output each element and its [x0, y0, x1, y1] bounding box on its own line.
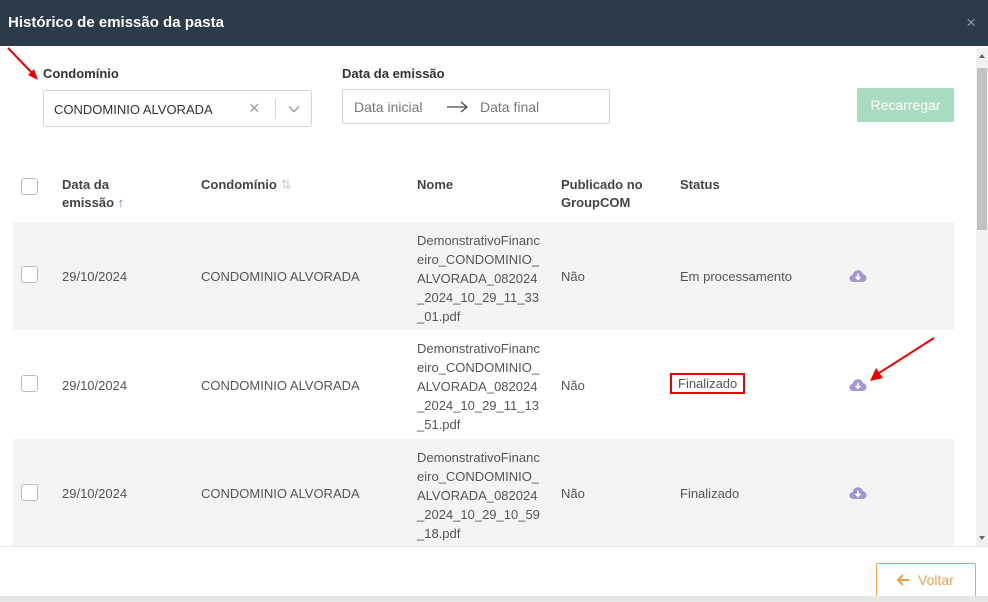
column-name: Nome [417, 177, 454, 192]
row-file-name: DemonstrativoFinanceiro_CONDOMINIO_ALVOR… [417, 341, 540, 432]
download-icon[interactable] [849, 378, 867, 392]
row-checkbox[interactable] [21, 266, 38, 283]
row-date: 29/10/2024 [62, 378, 128, 393]
table-header: Data da emissão ↑ Condomínio ⇅ Nome Publ… [13, 168, 954, 220]
row-published: Não [561, 486, 585, 501]
scroll-down-icon[interactable] [979, 536, 985, 540]
select-all-checkbox[interactable] [21, 178, 38, 195]
download-icon[interactable] [849, 486, 867, 500]
column-published: Publicado no GroupCOM [561, 176, 643, 212]
condominio-select-value: CONDOMINIO ALVORADA [54, 102, 213, 117]
bottom-strip [0, 596, 988, 602]
row-published: Não [561, 378, 585, 393]
column-status: Status [680, 177, 720, 192]
emission-history-modal: Histórico de emissão da pasta × Condomín… [0, 0, 988, 602]
modal-footer: Voltar [0, 546, 988, 602]
column-date-line1: Data da [62, 177, 109, 192]
row-file-name: DemonstrativoFinanceiro_CONDOMINIO_ALVOR… [417, 450, 540, 541]
date-start-input[interactable]: Data inicial [354, 99, 422, 115]
back-button[interactable]: Voltar [876, 563, 976, 597]
row-date: 29/10/2024 [62, 269, 128, 284]
column-condominio[interactable]: Condomínio ⇅ [201, 176, 291, 194]
row-published: Não [561, 269, 585, 284]
row-checkbox[interactable] [21, 484, 38, 501]
table-row: 29/10/2024 CONDOMINIO ALVORADA Demonstra… [13, 330, 954, 439]
modal-title: Histórico de emissão da pasta [8, 14, 224, 31]
row-date: 29/10/2024 [62, 486, 128, 501]
close-icon[interactable]: × [966, 13, 976, 33]
condominio-select[interactable]: CONDOMINIO ALVORADA × [43, 90, 312, 127]
back-button-label: Voltar [918, 572, 954, 588]
column-condominio-label: Condomínio [201, 177, 277, 192]
scrollbar-thumb[interactable] [977, 68, 987, 230]
clear-icon[interactable]: × [249, 98, 260, 119]
table-row: 29/10/2024 CONDOMINIO ALVORADA Demonstra… [13, 222, 954, 330]
row-condominio: CONDOMINIO ALVORADA [201, 486, 360, 501]
reload-button[interactable]: Recarregar [857, 88, 954, 122]
column-date[interactable]: Data da emissão ↑ [62, 176, 124, 212]
scroll-up-icon[interactable] [979, 54, 985, 58]
table-row: 29/10/2024 CONDOMINIO ALVORADA Demonstra… [13, 439, 954, 546]
arrow-right-icon [447, 101, 468, 113]
modal-header: Histórico de emissão da pasta × [0, 0, 988, 46]
modal-body: Condomínio CONDOMINIO ALVORADA × Data da… [0, 48, 976, 546]
column-date-line2: emissão [62, 195, 115, 210]
date-end-input[interactable]: Data final [480, 99, 539, 115]
column-published-line2: GroupCOM [561, 195, 631, 210]
vertical-scrollbar[interactable] [976, 48, 988, 546]
select-divider [275, 99, 276, 119]
chevron-down-icon[interactable] [287, 102, 301, 116]
arrow-left-icon [896, 574, 909, 586]
row-status: Em processamento [680, 269, 792, 284]
column-published-line1: Publicado no [561, 177, 643, 192]
sort-icon: ⇅ [280, 177, 292, 192]
row-status: Finalizado [680, 486, 740, 501]
download-icon[interactable] [849, 269, 867, 283]
row-checkbox[interactable] [21, 375, 38, 392]
row-status: Finalizado [670, 373, 746, 394]
row-condominio: CONDOMINIO ALVORADA [201, 269, 360, 284]
row-file-name: DemonstrativoFinanceiro_CONDOMINIO_ALVOR… [417, 233, 540, 324]
date-range-input[interactable]: Data inicial Data final [342, 89, 610, 124]
date-label: Data da emissão [342, 66, 445, 81]
condominio-label: Condomínio [43, 66, 119, 81]
sort-asc-icon: ↑ [117, 195, 125, 210]
row-condominio: CONDOMINIO ALVORADA [201, 378, 360, 393]
